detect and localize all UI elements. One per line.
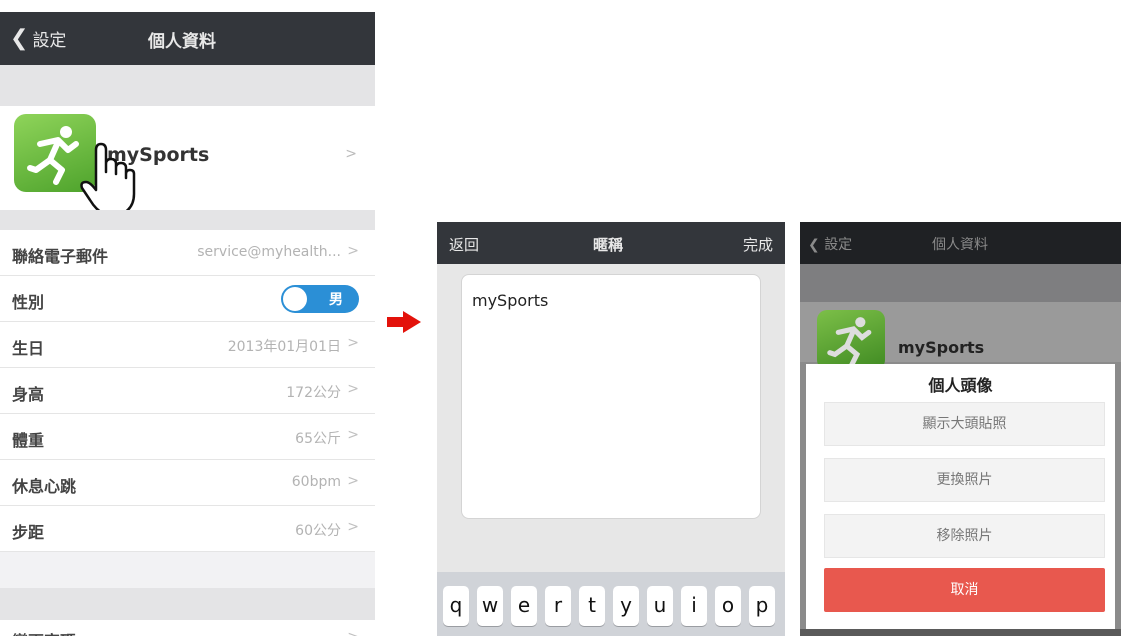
arrow-right-icon (387, 311, 421, 333)
chevron-right-icon: > (347, 335, 359, 351)
sheet-title: 個人頭像 (928, 376, 993, 395)
chevron-right-icon: > (345, 146, 357, 162)
profile-name: mySports (898, 338, 985, 357)
key-r[interactable]: r (545, 586, 571, 626)
key-t[interactable]: t (579, 586, 605, 626)
key-i[interactable]: i (681, 586, 707, 626)
chevron-right-icon: > (347, 243, 359, 259)
row-label: 體重 (12, 431, 45, 450)
toggle-knob (283, 287, 307, 311)
change-photo-button[interactable]: 更換照片 (824, 458, 1105, 502)
nickname-edit-screen: 返回 暱稱 完成 mySports q w e r t y u i o p (437, 222, 785, 636)
nickname-input[interactable]: mySports (461, 274, 761, 519)
chevron-left-icon: ❮ (808, 237, 820, 253)
nickname-input-value: mySports (472, 291, 549, 310)
chevron-right-icon: > (347, 473, 359, 489)
row-label: 身高 (12, 385, 45, 404)
toggle-label: 男 (329, 292, 343, 308)
section-spacer (0, 210, 375, 230)
list-item-resting-heart-rate[interactable]: 休息心跳 60bpm > (0, 460, 375, 506)
key-o[interactable]: o (715, 586, 741, 626)
row-label: 性別 (12, 293, 45, 312)
done-button[interactable]: 完成 (743, 234, 773, 255)
key-e[interactable]: e (511, 586, 537, 626)
back-label: 設定 (32, 31, 67, 51)
row-label: 變更密碼 (12, 628, 76, 636)
back-button[interactable]: 返回 (449, 234, 479, 255)
back-label: 設定 (824, 237, 853, 253)
key-u[interactable]: u (647, 586, 673, 626)
key-p[interactable]: p (749, 586, 775, 626)
row-label: 聯絡電子郵件 (12, 247, 109, 266)
avatar (817, 310, 885, 370)
nav-bar: ❮ 設定 個人資料 (0, 12, 375, 65)
row-label: 步距 (12, 523, 45, 542)
row-value: 60bpm (291, 474, 341, 490)
back-button[interactable]: ❮ 設定 (808, 234, 852, 254)
profile-screen: ❮ 設定 個人資料 mySports > 聯絡電子郵件 service@myhe… (0, 12, 375, 636)
chevron-right-icon: > (347, 629, 359, 636)
row-value: 2013年01月01日 (227, 339, 341, 355)
list-item-height[interactable]: 身高 172公分 > (0, 368, 375, 414)
nav-bar: ❮ 設定 個人資料 (800, 222, 1121, 264)
avatar-action-sheet: 個人頭像 顯示大頭貼照 更換照片 移除照片 取消 (806, 364, 1115, 629)
list-item-birthday[interactable]: 生日 2013年01月01日 > (0, 322, 375, 368)
chevron-right-icon: > (347, 427, 359, 443)
nav-bar: 返回 暱稱 完成 (437, 222, 785, 264)
profile-row: mySports (800, 302, 1121, 370)
remove-photo-button[interactable]: 移除照片 (824, 514, 1105, 558)
chevron-right-icon: > (347, 381, 359, 397)
section-spacer (0, 65, 375, 106)
row-label: 休息心跳 (12, 477, 77, 496)
key-w[interactable]: w (477, 586, 503, 626)
bottom-edge (800, 629, 1121, 636)
chevron-right-icon: > (347, 519, 359, 535)
row-value: 172公分 (286, 385, 341, 401)
row-value: 65公斤 (295, 431, 341, 447)
profile-row[interactable]: mySports > (0, 106, 375, 210)
key-q[interactable]: q (443, 586, 469, 626)
key-y[interactable]: y (613, 586, 639, 626)
page-title: 暱稱 (593, 236, 624, 254)
section-spacer (0, 588, 375, 620)
keyboard: q w e r t y u i o p (437, 572, 785, 636)
gender-toggle[interactable]: 男 (281, 285, 359, 313)
list-item-stride[interactable]: 步距 60公分 > (0, 506, 375, 552)
chevron-left-icon: ❮ (10, 25, 29, 51)
avatar-action-sheet-screen: ❮ 設定 個人資料 mySports 個人頭像 顯示大頭貼照 更換照片 移除照片… (800, 222, 1121, 636)
list-item-gender: 性別 男 (0, 276, 375, 322)
row-value: service@myhealth... (197, 244, 341, 260)
page-title: 個人資料 (148, 32, 216, 52)
profile-detail-list: 聯絡電子郵件 service@myhealth... > 性別 男 生日 201… (0, 230, 375, 552)
show-large-photo-button[interactable]: 顯示大頭貼照 (824, 402, 1105, 446)
section-spacer (800, 264, 1121, 302)
row-value: 60公分 (295, 523, 341, 539)
list-item-weight[interactable]: 體重 65公斤 > (0, 414, 375, 460)
runner-icon (827, 317, 872, 368)
list-item-change-password[interactable]: 變更密碼 > (0, 620, 375, 636)
list-item-email[interactable]: 聯絡電子郵件 service@myhealth... > (0, 230, 375, 276)
page-title: 個人資料 (932, 237, 988, 253)
back-button[interactable]: ❮ 設定 (10, 26, 66, 51)
row-label: 生日 (12, 339, 45, 358)
cancel-button[interactable]: 取消 (824, 568, 1105, 612)
